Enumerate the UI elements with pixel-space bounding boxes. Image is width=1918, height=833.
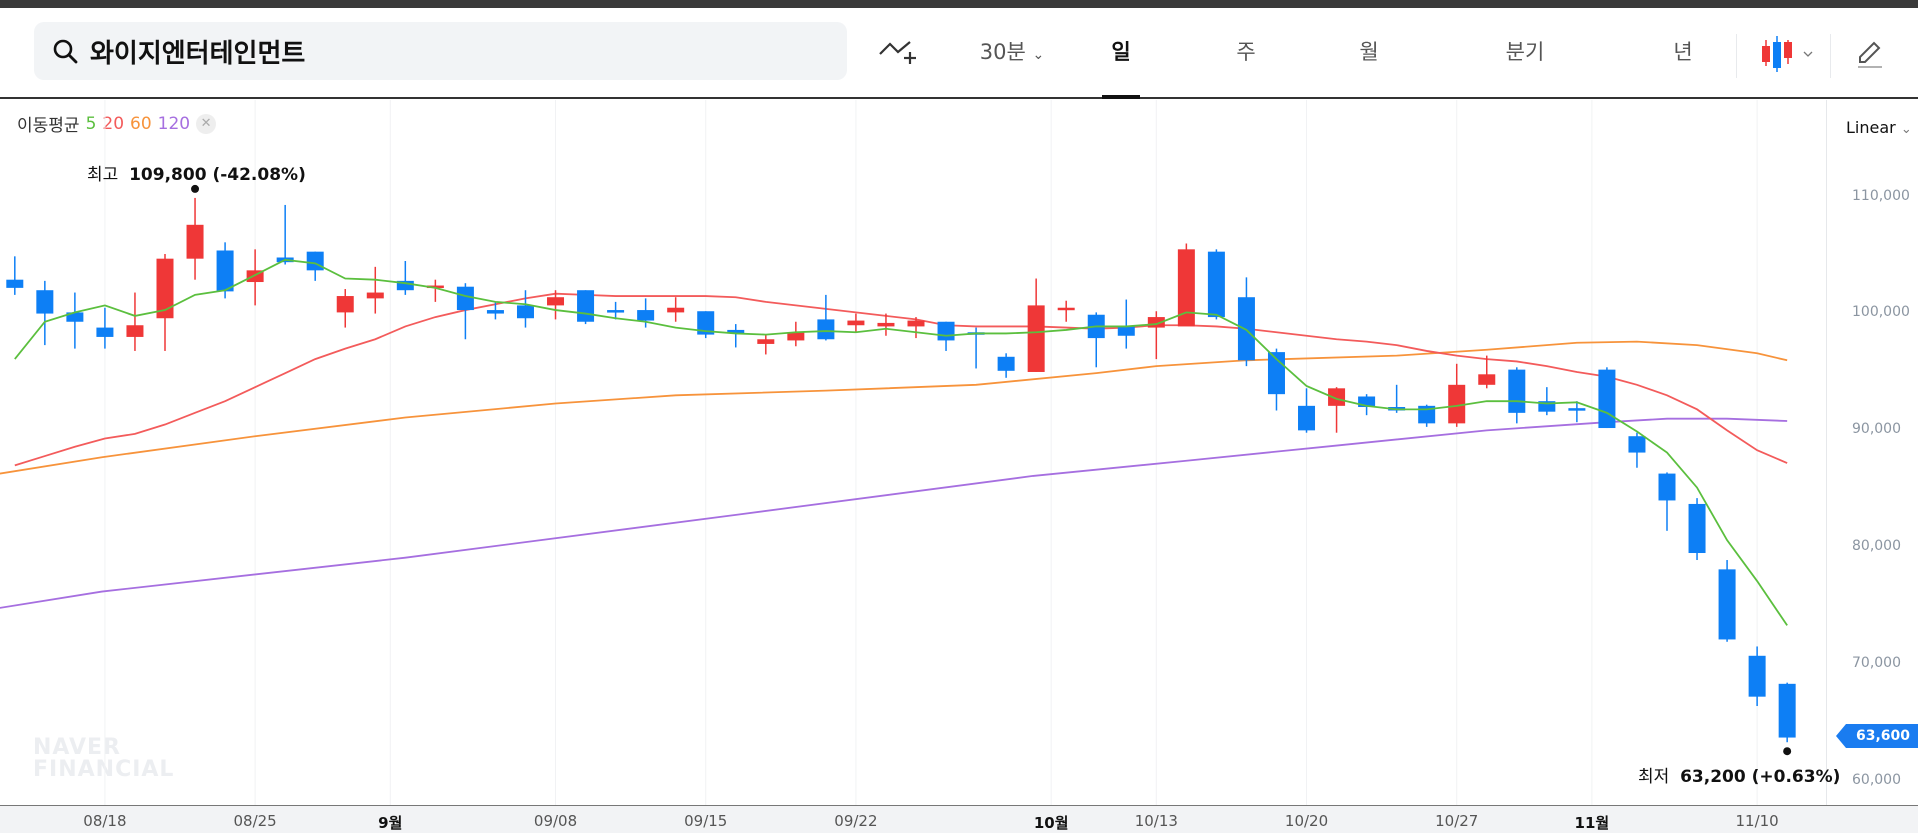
price-tick-label: 90,000 [1852, 421, 1901, 438]
price-tick-label: 70,000 [1852, 654, 1901, 671]
candle-body [1207, 251, 1225, 318]
ma120-line [0, 417, 1788, 609]
price-tick-label: 60,000 [1852, 771, 1901, 788]
candle-body [486, 310, 504, 314]
candle-body [1568, 408, 1586, 411]
candle-body [937, 321, 955, 341]
date-tick-label: 10월 [1033, 814, 1069, 832]
price-tick-label: 100,000 [1852, 304, 1910, 321]
candle-body [637, 310, 655, 321]
low-price-annotation: 최저 63,200 (+0.63%) [1638, 762, 1840, 787]
candle-body [1478, 374, 1496, 385]
candle-body [1628, 436, 1646, 453]
candle-body [547, 297, 565, 306]
high-marker [191, 184, 200, 193]
candle-body [456, 286, 474, 311]
price-tick-label: 110,000 [1852, 187, 1910, 204]
date-axis: 08/18 08/25 9월 09/08 09/15 09/22 10월 10/13 10/20… [0, 805, 1918, 833]
candle-body [96, 327, 114, 337]
candle-body [1117, 326, 1135, 336]
candle-body [306, 251, 324, 271]
candle-body [1778, 683, 1796, 738]
low-marker [1783, 747, 1792, 756]
candle-body [1057, 307, 1075, 311]
candle-body [1598, 369, 1616, 429]
date-tick-label: 10/27 [1435, 812, 1479, 830]
candle-body [1688, 503, 1706, 554]
candle-body [36, 290, 54, 314]
candle-body [1508, 369, 1526, 413]
price-tick-label: 80,000 [1852, 538, 1901, 554]
candle-body [1298, 405, 1316, 431]
candle-body [577, 290, 595, 322]
date-tick-label: 09/08 [533, 812, 578, 830]
low-value: 63,200 (+0.63%) [1680, 767, 1841, 787]
candle-body [216, 250, 234, 292]
high-price-annotation: 최고 109,800 (-42.08%) [87, 160, 306, 185]
date-tick-label: 08/25 [233, 812, 277, 830]
date-tick-label: 10/13 [1134, 812, 1178, 830]
candle-body [757, 339, 775, 344]
candle-body [607, 310, 625, 313]
candle-body [997, 356, 1015, 371]
candle-body [667, 307, 685, 313]
candle-body [6, 279, 24, 288]
ma5-line [14, 258, 1788, 626]
candle-body [1748, 655, 1766, 697]
candle-body [126, 325, 144, 337]
last-price-tag: 63,600 [1836, 724, 1918, 748]
candle-body [1658, 473, 1676, 501]
high-label: 최고 [87, 165, 119, 185]
date-tick-label: 09/22 [834, 812, 878, 830]
date-tick-label: 11월 [1574, 814, 1610, 832]
candle-body [516, 305, 534, 319]
candle-body [847, 320, 865, 326]
candle-body [1718, 569, 1736, 640]
date-tick-label: 10/20 [1284, 812, 1329, 830]
candle-body [877, 322, 895, 327]
date-tick-label: 9월 [378, 814, 403, 832]
candle-body [907, 320, 925, 327]
candlestick-chart[interactable] [0, 0, 1918, 833]
date-tick-label: 08/18 [83, 812, 127, 830]
candle-body [186, 224, 204, 259]
candle-body [366, 292, 384, 299]
candle-body [1237, 297, 1255, 361]
low-label: 최저 [1638, 767, 1670, 787]
date-tick-label: 11/10 [1735, 812, 1779, 830]
date-tick-label: 09/15 [684, 812, 728, 830]
candle-body [817, 319, 835, 340]
candle-body [1027, 305, 1045, 372]
high-value: 109,800 (-42.08%) [129, 165, 306, 185]
candle-body [336, 296, 354, 313]
